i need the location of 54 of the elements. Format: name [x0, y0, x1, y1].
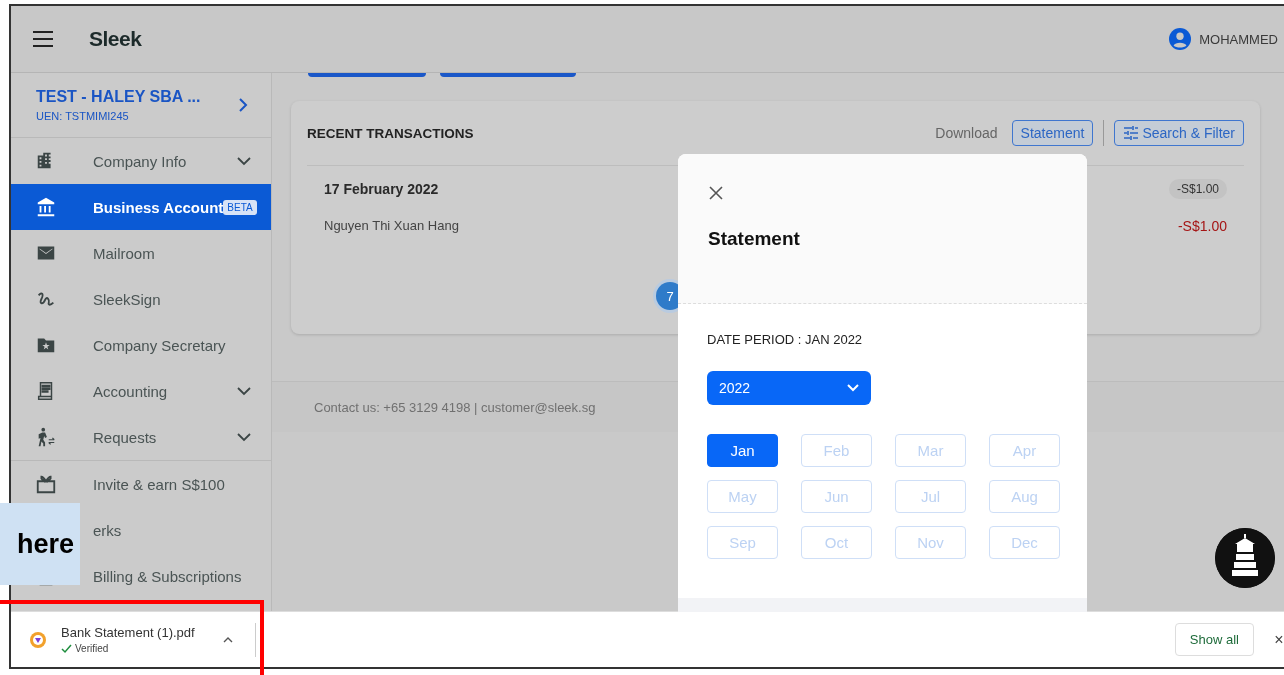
beta-badge: BETA	[223, 199, 257, 215]
chevron-down-icon	[847, 384, 859, 392]
close-icon	[708, 185, 724, 201]
sidebar-item-label: Mailroom	[93, 244, 156, 262]
menu-icon[interactable]	[33, 31, 53, 47]
year-dropdown[interactable]: 2022	[707, 371, 871, 405]
browser-file-icon	[29, 630, 47, 649]
sidebar-item[interactable]: Company Secretary	[11, 322, 271, 368]
check-icon	[61, 643, 72, 654]
company-name: TEST - HALEY SBA ...	[36, 88, 202, 106]
verified-status: Verified	[61, 643, 195, 654]
chevron-down-icon[interactable]	[237, 386, 251, 396]
date-period: DATE PERIOD : JAN 2022	[707, 332, 864, 347]
chevron-down-icon[interactable]	[237, 432, 251, 442]
download-label: Download	[935, 125, 998, 141]
chevron-down-icon[interactable]	[237, 156, 251, 166]
sidebar-item-icon	[35, 196, 57, 218]
sidebar-item-label: Company Info	[93, 152, 188, 170]
sidebar-item[interactable]: SleekSign	[11, 276, 271, 322]
user-avatar-icon[interactable]	[1169, 28, 1192, 50]
sidebar-item-label: Invite & earn S$100	[93, 475, 226, 493]
download-file-name[interactable]: Bank Statement (1).pdf	[61, 625, 195, 640]
chevron-right-icon[interactable]	[237, 98, 249, 112]
sidebar-item-label: SleekSign	[93, 290, 162, 308]
transaction-amount: -S$1.00	[1177, 217, 1227, 234]
sidebar-item[interactable]: Company Info	[11, 138, 271, 184]
sidebar-item[interactable]: Accounting	[11, 368, 271, 414]
logo[interactable]: Sleek	[89, 27, 142, 51]
sidebar-item-icon	[35, 473, 57, 495]
month-button[interactable]: Jan	[707, 434, 778, 467]
search-filter-button[interactable]: Search & Filter	[1114, 120, 1244, 146]
transaction-date: 17 February 2022	[324, 180, 439, 197]
daily-total: -S$1.00	[1168, 178, 1227, 199]
show-all-button[interactable]: Show all	[1174, 623, 1254, 656]
statement-button[interactable]: Statement	[1011, 120, 1094, 146]
user-name[interactable]: MOHAMMED	[1199, 31, 1278, 47]
sidebar-item[interactable]: Mailroom	[11, 230, 271, 276]
company-uen: UEN: TSTMIMI245	[36, 110, 130, 122]
sidebar-item-label: Business Account	[93, 198, 224, 216]
sidebar-item-label: Billing & Subscriptions	[93, 567, 243, 585]
sidebar-item[interactable]: Business Account BETA	[11, 184, 271, 230]
chevron-up-icon[interactable]	[222, 636, 233, 643]
card-title: RECENT TRANSACTIONS	[307, 125, 474, 141]
contact-text: Contact us: +65 3129 4198 | customer@sleek.sg	[314, 399, 596, 415]
transaction-name: Nguyen Thi Xuan Hang	[324, 218, 459, 233]
dialog-title: Statement	[708, 228, 801, 250]
close-button[interactable]: ×	[1272, 630, 1284, 649]
sidebar-item[interactable]: Requests	[11, 414, 271, 460]
filter-icon	[1123, 125, 1140, 141]
sidebar-item-label: Requests	[93, 428, 158, 446]
callout-text: here	[16, 528, 74, 560]
sidebar-item-label: Company Secretary	[93, 336, 227, 354]
sidebar-item[interactable]: Invite & earn S$100	[11, 461, 271, 507]
sidebar-item-label: Accounting	[93, 382, 169, 400]
